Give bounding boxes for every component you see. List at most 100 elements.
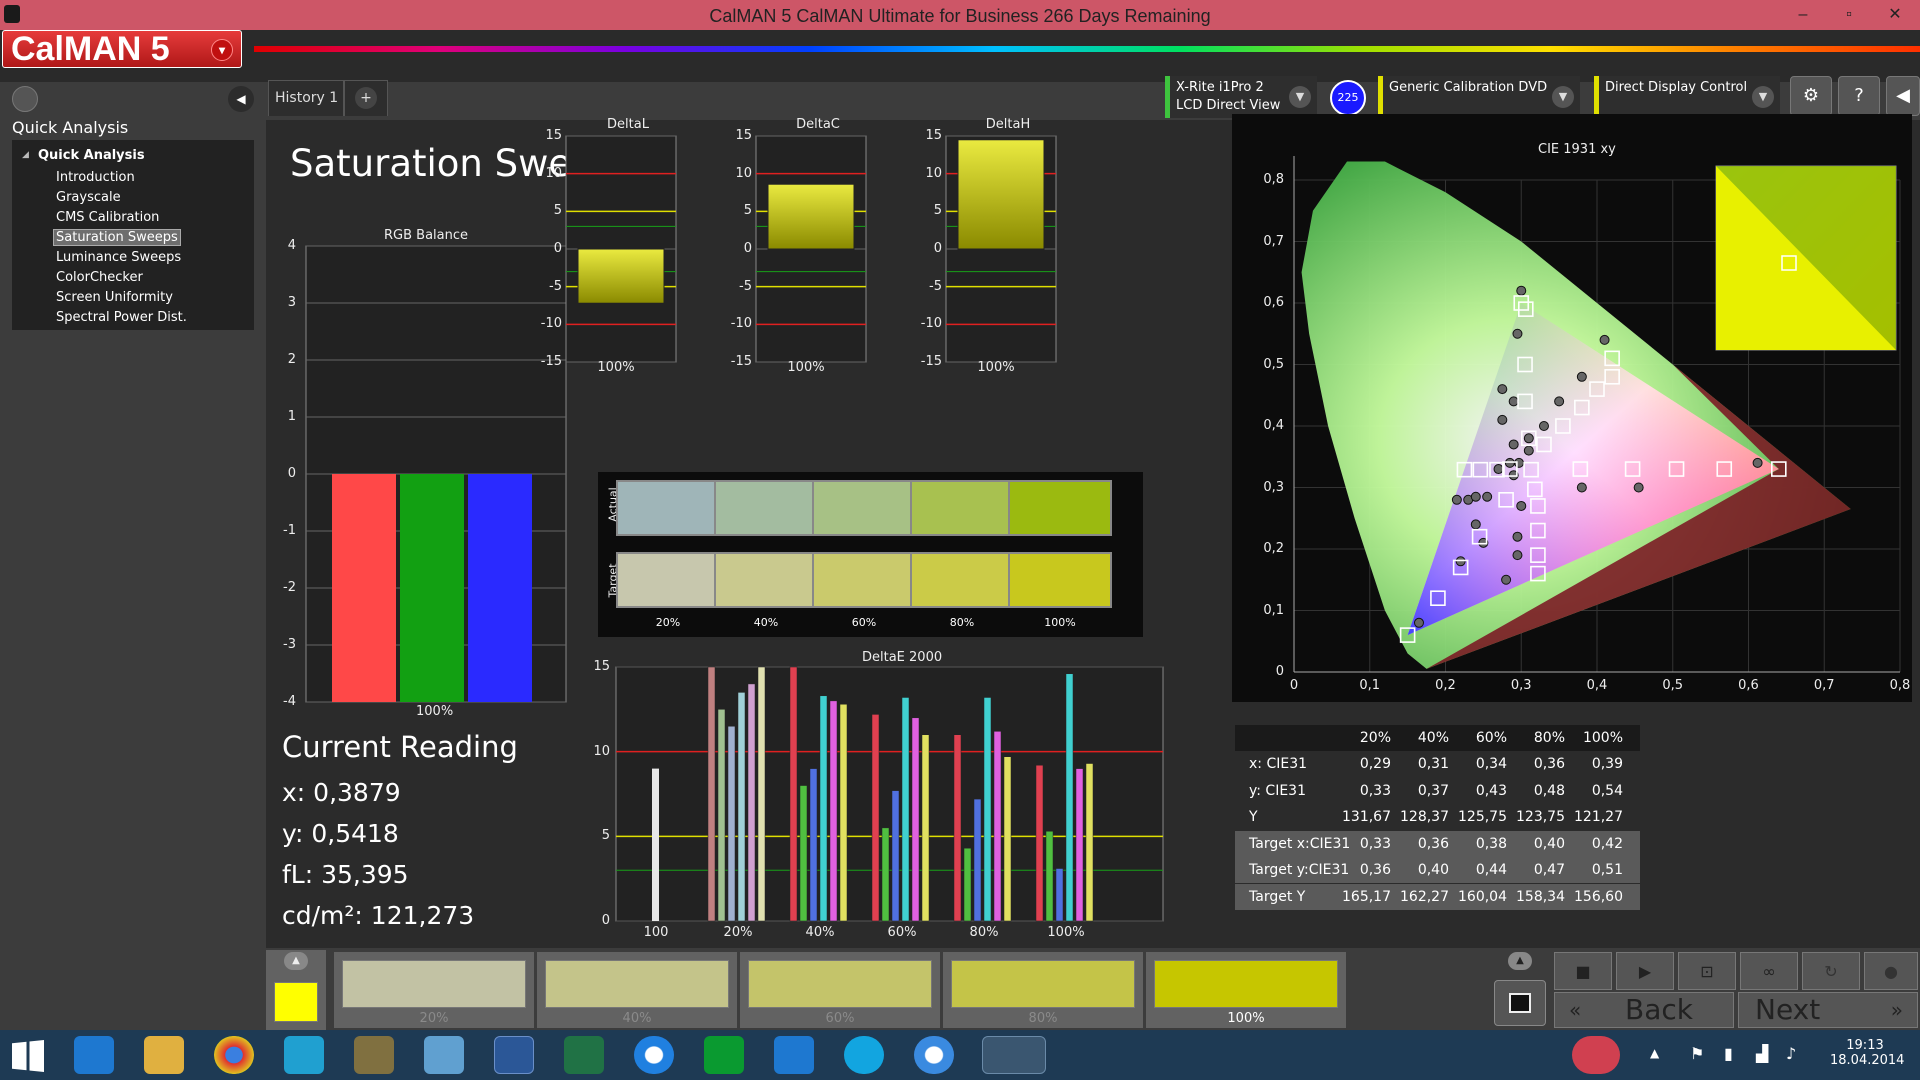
tree-collapse-icon[interactable]: ◢ <box>22 150 29 160</box>
file-explorer-icon[interactable] <box>144 1036 184 1074</box>
bottom-swatch[interactable]: 40% <box>537 952 737 1028</box>
x-tick-label: 0,6 <box>1738 678 1759 693</box>
chevron-down-icon[interactable]: ▼ <box>1552 86 1574 108</box>
nav-screen-uniformity[interactable]: Screen Uniformity <box>54 290 175 305</box>
next-button[interactable]: Next » <box>1738 992 1918 1028</box>
tray-expand-icon[interactable]: ▲ <box>1650 1046 1659 1060</box>
record-button[interactable]: ● <box>1864 952 1918 990</box>
nav-introduction[interactable]: Introduction <box>54 170 137 185</box>
refresh-button[interactable]: ↻ <box>1802 952 1860 990</box>
table-row-label: Target Y <box>1249 888 1306 905</box>
chevron-down-icon[interactable]: ▼ <box>1289 86 1311 108</box>
tab-history-1[interactable]: History 1 <box>268 80 344 116</box>
table-header: 80% <box>1533 730 1565 746</box>
bottom-swatch-color <box>545 960 729 1008</box>
clock[interactable]: 19:13 18.04.2014 <box>1830 1038 1904 1068</box>
continuous-button[interactable]: ∞ <box>1740 952 1798 990</box>
back-button[interactable]: « Back <box>1554 992 1734 1028</box>
bottom-swatch[interactable]: 60% <box>740 952 940 1028</box>
y-tick-label: 4 <box>287 238 296 253</box>
delta-chart-title: DeltaH <box>985 117 1031 132</box>
tree-group-quick-analysis[interactable]: Quick Analysis <box>38 148 145 163</box>
x-tick-label: 40% <box>805 925 835 940</box>
calman-logo-button[interactable]: CalMAN 5 ▾ <box>2 30 242 68</box>
swatch-label: 80% <box>949 616 975 629</box>
nav-grayscale[interactable]: Grayscale <box>54 190 123 205</box>
bottom-swatch[interactable]: 20% <box>334 952 534 1028</box>
collapse-right-icon[interactable]: ◀ <box>1886 76 1920 116</box>
nav-colorchecker[interactable]: ColorChecker <box>54 270 145 285</box>
sidebar-title: Quick Analysis <box>12 118 129 137</box>
actual-swatch <box>616 480 720 536</box>
notebook-icon[interactable] <box>424 1036 464 1074</box>
y-tick-label: 15 <box>735 128 752 143</box>
delta-bar <box>767 183 855 250</box>
scroll-up-icon[interactable]: ▲ <box>284 952 308 970</box>
nav-cms-calibration[interactable]: CMS Calibration <box>54 210 161 225</box>
battery-icon[interactable]: ▮ <box>1724 1044 1733 1063</box>
calman-tray-icon[interactable] <box>1572 1036 1620 1074</box>
table-cell: 160,04 <box>1458 888 1507 905</box>
nav-saturation-sweeps[interactable]: Saturation Sweeps <box>53 229 181 246</box>
itunes-icon[interactable] <box>634 1036 674 1074</box>
bottom-swatch[interactable]: 80% <box>943 952 1143 1028</box>
meter-selector[interactable]: X-Rite i1Pro 2 LCD Direct View ▼ <box>1165 76 1317 118</box>
source-selector[interactable]: Generic Calibration DVD ▼ <box>1378 76 1580 118</box>
network-icon[interactable]: ▟ <box>1756 1044 1768 1063</box>
y-tick-label: 0,3 <box>1263 479 1284 495</box>
itunes-alt-icon[interactable] <box>914 1036 954 1074</box>
add-tab-button[interactable]: + <box>344 80 388 116</box>
nav-luminance-sweeps[interactable]: Luminance Sweeps <box>54 250 183 265</box>
pause-button[interactable]: ■ <box>1554 952 1612 990</box>
flag-icon[interactable]: ⚑ <box>1690 1044 1704 1063</box>
scroll-up-icon[interactable]: ▲ <box>1508 952 1532 970</box>
y-tick-label: 15 <box>545 128 562 143</box>
y-tick-label: 0 <box>287 466 296 481</box>
display-name: Direct Display Control <box>1605 80 1748 95</box>
help-icon[interactable]: ? <box>1838 76 1880 116</box>
stop-button[interactable] <box>1494 980 1546 1026</box>
windows-start-icon[interactable] <box>12 1040 44 1072</box>
play-button[interactable]: ▶ <box>1616 952 1674 990</box>
delta-bar <box>577 248 665 304</box>
chevron-down-icon[interactable]: ▼ <box>1752 86 1774 108</box>
actual-point <box>1493 464 1504 475</box>
display-selector[interactable]: Direct Display Control ▼ <box>1594 76 1780 118</box>
internet-explorer-icon[interactable] <box>74 1036 114 1074</box>
collapse-sidebar-icon[interactable]: ◀ <box>228 86 254 112</box>
excel-icon[interactable] <box>564 1036 604 1074</box>
meter-badge[interactable]: 225 <box>1330 80 1366 116</box>
mail-icon[interactable] <box>774 1036 814 1074</box>
table-cell: 0,40 <box>1417 862 1449 878</box>
actual-point <box>1501 574 1512 585</box>
y-tick-label: -5 <box>929 278 942 294</box>
table-cell: 0,42 <box>1591 835 1623 852</box>
calman-taskbar-icon[interactable] <box>982 1036 1046 1074</box>
gimp-icon[interactable] <box>354 1036 394 1074</box>
chevron-down-icon[interactable]: ▾ <box>211 39 233 61</box>
delta-chart-label: 100% <box>787 360 825 375</box>
table-cell: 0,36 <box>1417 835 1449 852</box>
settings-app-icon[interactable] <box>284 1036 324 1074</box>
close-button[interactable]: ✕ <box>1872 0 1918 30</box>
y-tick-label: -10 <box>730 316 752 332</box>
volume-icon[interactable]: ♪ <box>1786 1044 1796 1063</box>
skype-icon[interactable] <box>844 1036 884 1074</box>
record-icon[interactable] <box>12 86 38 112</box>
rgb-bar <box>400 474 464 702</box>
measure-button[interactable]: ⊡ <box>1678 952 1736 990</box>
nav-spectral-power-dist[interactable]: Spectral Power Dist. <box>54 310 189 325</box>
deltae-bar <box>891 790 900 922</box>
bottom-bar: ▲ 20% 40% 60% 80% 100% ▲ ■ ▶ ⊡ ∞ ↻ ● « Back N… <box>266 948 1920 1030</box>
restore-button[interactable]: ▫ <box>1826 0 1872 30</box>
bottom-swatch[interactable]: 100% <box>1146 952 1346 1028</box>
y-tick-label: 10 <box>545 165 562 181</box>
store-icon[interactable] <box>704 1036 744 1074</box>
table-row: y: CIE31 0,33 0,37 0,43 0,48 0,54 <box>1235 777 1640 804</box>
settings-gear-icon[interactable]: ⚙ <box>1790 76 1832 116</box>
y-tick-label: 0,4 <box>1263 418 1284 433</box>
chrome-icon[interactable] <box>214 1036 254 1074</box>
x-tick-label: 20% <box>723 925 753 940</box>
word-icon[interactable] <box>494 1036 534 1074</box>
minimize-button[interactable]: – <box>1780 0 1826 30</box>
